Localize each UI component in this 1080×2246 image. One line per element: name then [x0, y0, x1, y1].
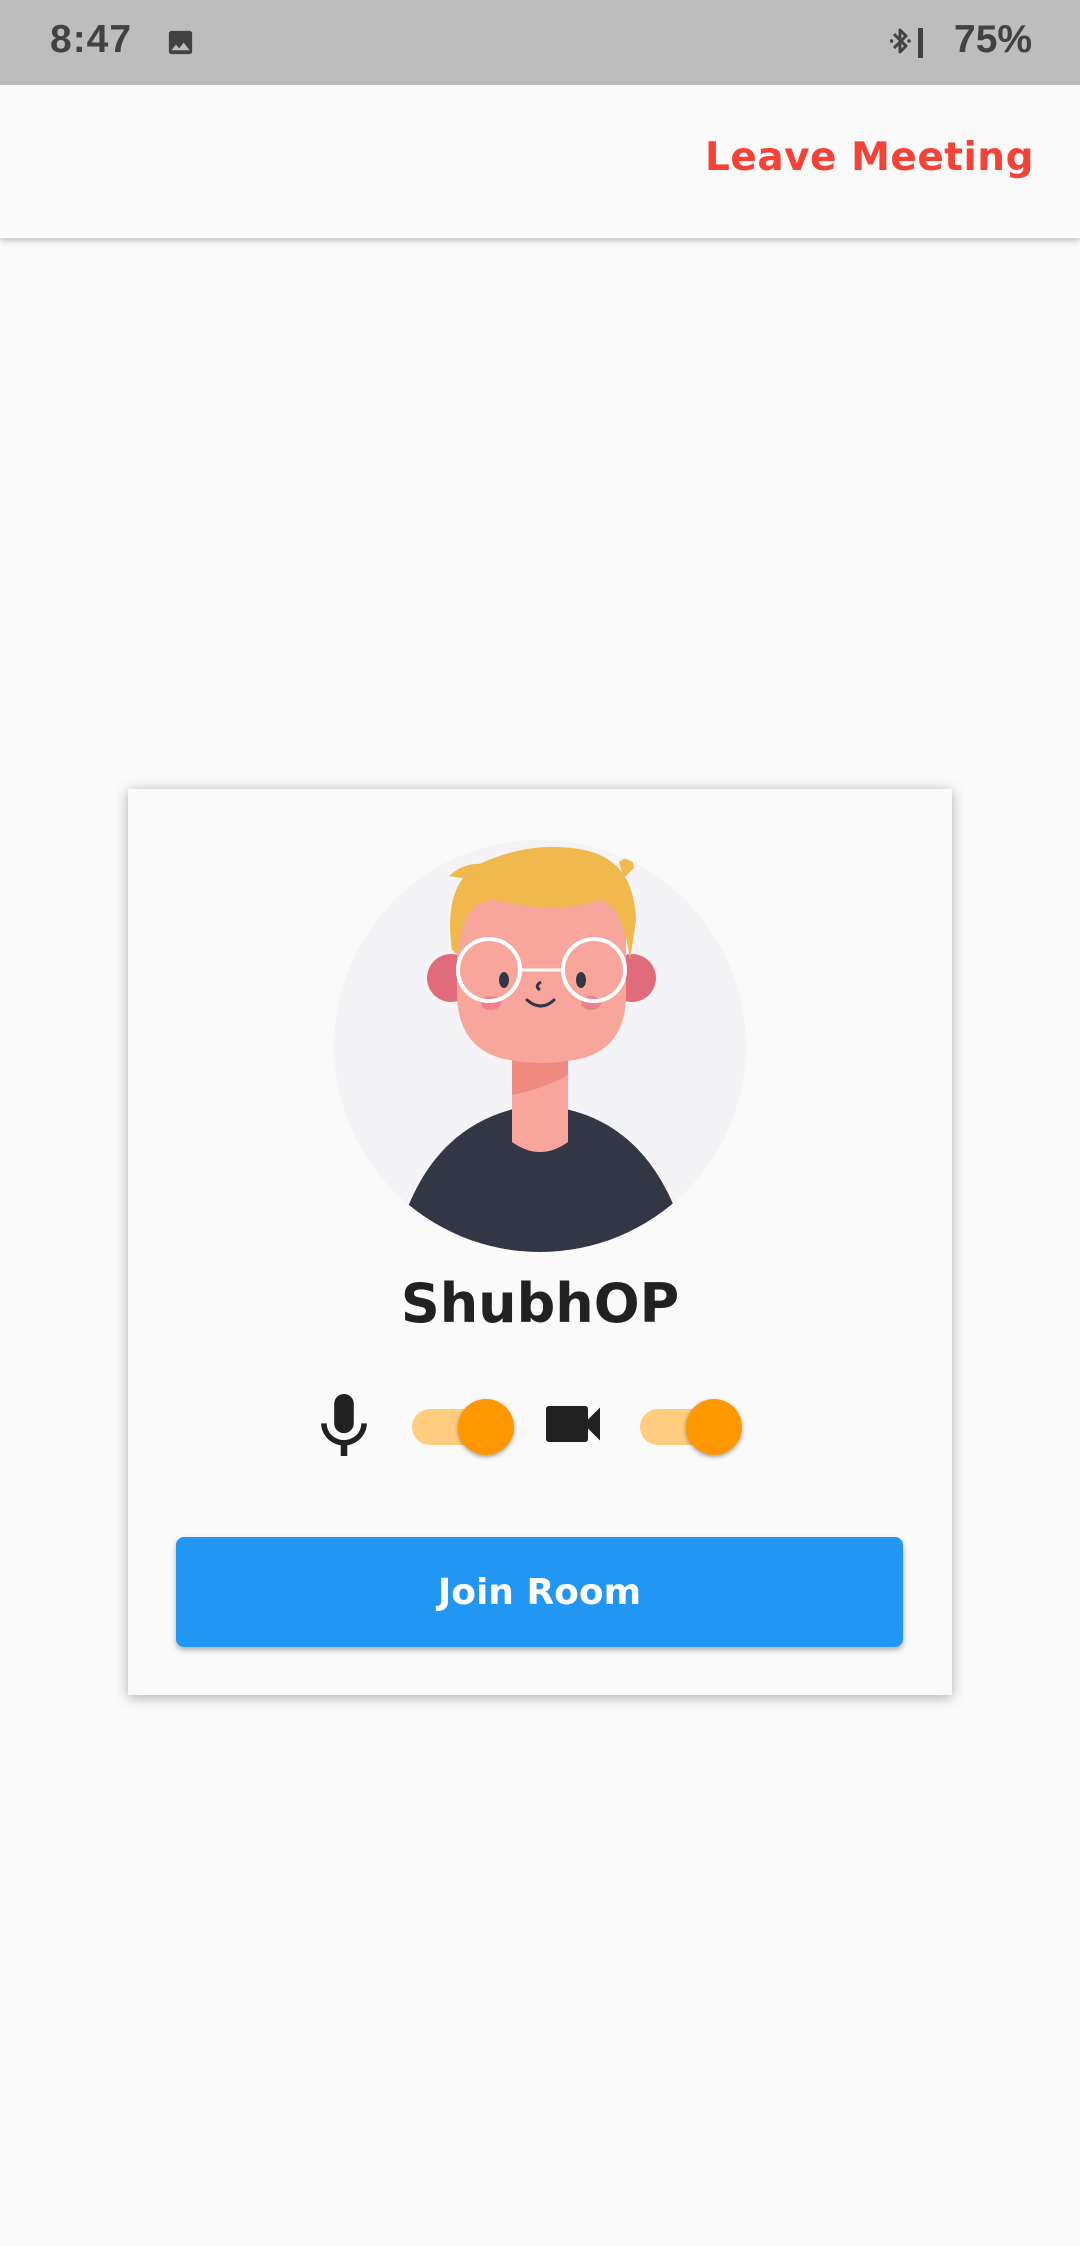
status-bar: 8:47 75%: [0, 0, 1080, 85]
app-bar: Leave Meeting: [0, 85, 1080, 238]
join-room-button[interactable]: Join Room: [176, 1537, 903, 1647]
avatar: [334, 840, 746, 1252]
camera-toggle[interactable]: [640, 1399, 742, 1455]
status-time: 8:47: [50, 18, 133, 61]
mic-icon: [321, 1394, 367, 1456]
videocam-icon: [546, 1406, 600, 1442]
camera-toggle-thumb: [686, 1399, 742, 1455]
leave-meeting-button[interactable]: Leave Meeting: [705, 135, 1034, 180]
mic-toggle-thumb: [458, 1399, 514, 1455]
image-icon: [168, 30, 193, 55]
bluetooth-icon: [890, 28, 923, 58]
battery-percentage: 75%: [954, 18, 1033, 61]
mic-toggle[interactable]: [412, 1399, 514, 1455]
user-name: ShubhOP: [400, 1272, 680, 1335]
join-room-label: Join Room: [437, 1571, 642, 1613]
